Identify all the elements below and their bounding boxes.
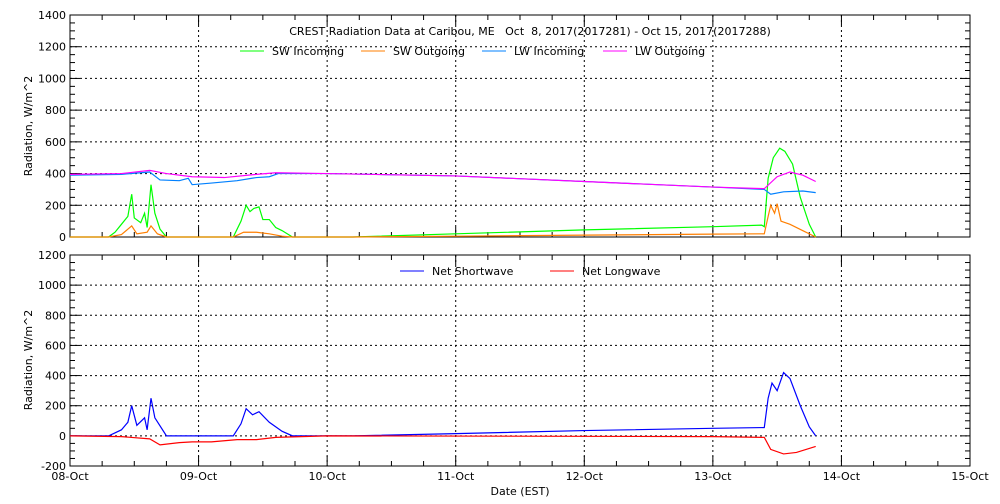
chart-title: CREST Radiation Data at Caribou, ME Oct … bbox=[289, 25, 771, 38]
x-tick-label: 11-Oct bbox=[437, 470, 475, 483]
y-tick-label: 600 bbox=[45, 339, 66, 352]
legend-label: LW Outgoing bbox=[635, 45, 705, 58]
y-tick-label: 1000 bbox=[38, 72, 66, 85]
bottom-y-axis-label: Radiation, W/m^2 bbox=[22, 310, 35, 411]
plot-frame bbox=[69, 254, 971, 467]
y-tick-label: 1200 bbox=[38, 249, 66, 262]
y-tick-label: 200 bbox=[45, 199, 66, 212]
x-tick-label: 13-Oct bbox=[694, 470, 732, 483]
legend-label: SW Incoming bbox=[272, 45, 344, 58]
series-line-sw-outgoing bbox=[70, 203, 816, 238]
series-line-net-shortwave bbox=[70, 371, 817, 437]
radiation-chart-figure: CREST Radiation Data at Caribou, ME Oct … bbox=[0, 0, 1000, 500]
y-tick-label: 600 bbox=[45, 136, 66, 149]
y-tick-label: 0 bbox=[59, 231, 66, 244]
x-tick-label: 08-Oct bbox=[51, 470, 89, 483]
series-line-sw-incoming bbox=[70, 147, 817, 238]
y-tick-label: 400 bbox=[45, 168, 66, 181]
legend-label: Net Longwave bbox=[582, 265, 661, 278]
x-axis-label: Date (EST) bbox=[490, 485, 549, 498]
x-tick-label: 12-Oct bbox=[566, 470, 604, 483]
x-tick-label: 14-Oct bbox=[823, 470, 861, 483]
y-tick-label: 0 bbox=[59, 430, 66, 443]
y-tick-label: 800 bbox=[45, 104, 66, 117]
y-tick-label: 1000 bbox=[38, 279, 66, 292]
legend-label: SW Outgoing bbox=[393, 45, 465, 58]
chart-canvas: CREST Radiation Data at Caribou, ME Oct … bbox=[22, 9, 989, 498]
x-tick-label: 09-Oct bbox=[180, 470, 218, 483]
y-tick-label: 200 bbox=[45, 400, 66, 413]
series-line-net-longwave bbox=[69, 435, 816, 455]
x-tick-label: 15-Oct bbox=[951, 470, 989, 483]
x-tick-label: 10-Oct bbox=[308, 470, 346, 483]
legend-label: Net Shortwave bbox=[432, 265, 514, 278]
y-tick-label: 400 bbox=[45, 370, 66, 383]
y-tick-label: 1400 bbox=[38, 9, 66, 22]
legend-label: LW Incoming bbox=[514, 45, 584, 58]
y-tick-label: 800 bbox=[45, 309, 66, 322]
y-tick-label: 1200 bbox=[38, 41, 66, 54]
top-y-axis-label: Radiation, W/m^2 bbox=[22, 76, 35, 177]
